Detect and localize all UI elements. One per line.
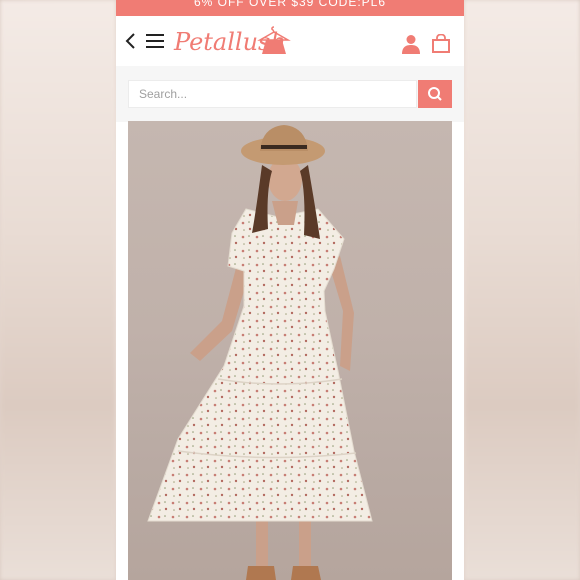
background-blur-right bbox=[464, 0, 580, 580]
mobile-screen: 6% OFF OVER $39 CODE:PL6 Petallush bbox=[116, 0, 464, 580]
back-arrow-icon[interactable] bbox=[124, 32, 138, 50]
header-divider bbox=[116, 66, 464, 80]
product-image[interactable] bbox=[128, 121, 452, 580]
search-input[interactable] bbox=[128, 80, 417, 108]
background-blur-left bbox=[0, 0, 116, 580]
user-icon[interactable] bbox=[402, 34, 420, 54]
promo-text: 6% OFF OVER $39 CODE:PL6 bbox=[193, 0, 387, 9]
shopping-bag-icon[interactable] bbox=[432, 34, 450, 53]
promo-banner[interactable]: 6% OFF OVER $39 CODE:PL6 bbox=[116, 0, 464, 16]
search-bar bbox=[116, 80, 464, 122]
dress-model-photo bbox=[147, 125, 373, 580]
logo[interactable]: Petallush bbox=[174, 24, 292, 58]
dress-hanger-icon bbox=[257, 26, 291, 54]
search-button[interactable] bbox=[418, 80, 452, 108]
search-icon bbox=[428, 87, 442, 101]
site-header: Petallush bbox=[116, 16, 464, 66]
hamburger-menu-icon[interactable] bbox=[146, 33, 164, 49]
